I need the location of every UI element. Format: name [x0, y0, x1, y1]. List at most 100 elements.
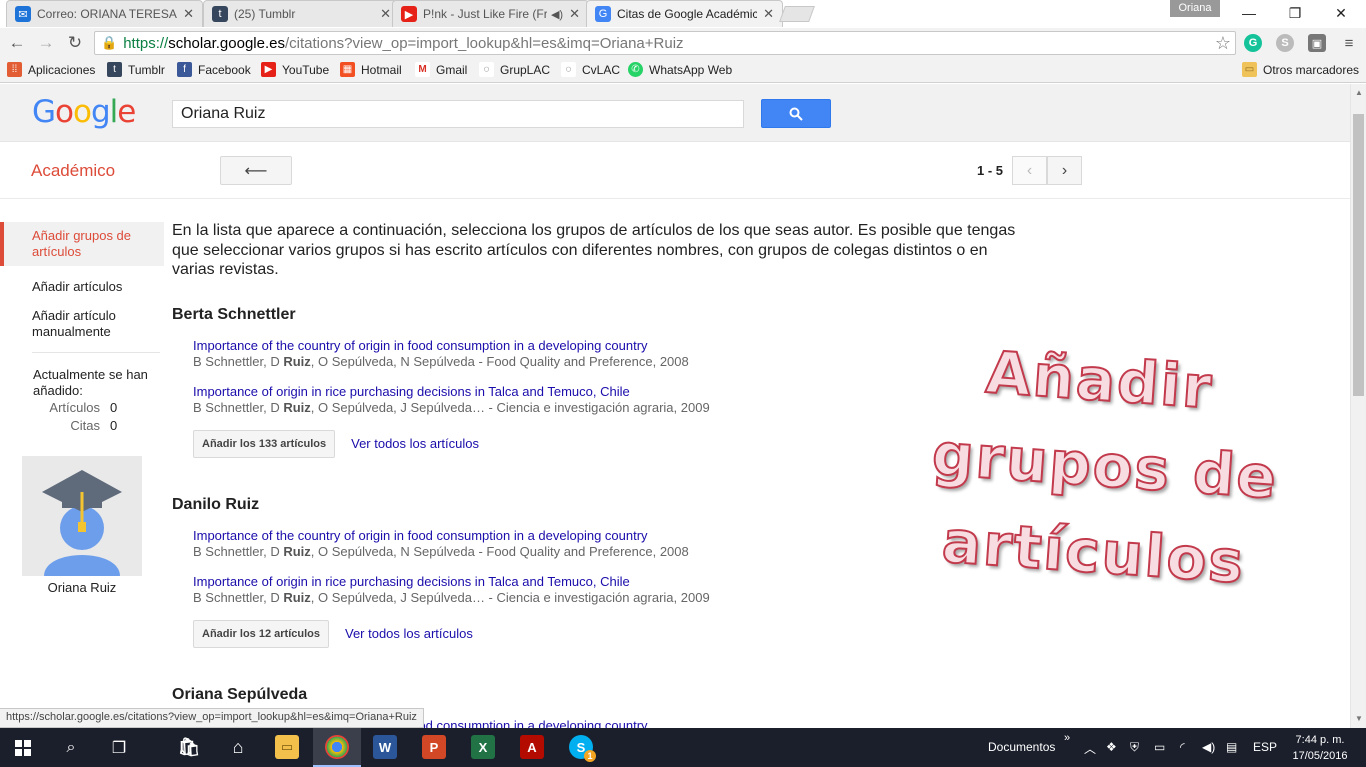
author-group: Danilo Ruiz Importance of the country of… — [172, 496, 1032, 648]
chevron-up-icon[interactable]: ︿ — [1084, 740, 1096, 757]
skype-ext-icon[interactable]: S — [1276, 34, 1294, 52]
file-explorer-icon[interactable]: ▭ — [275, 735, 299, 759]
store-icon[interactable]: 🛍 — [177, 735, 201, 759]
word-icon[interactable]: W — [373, 735, 397, 759]
bookmark-cvlac[interactable]: ◌ CvLAC — [561, 62, 620, 77]
lock-icon: 🔒 — [101, 35, 118, 50]
scroll-up-icon[interactable]: ▲ — [1351, 84, 1366, 100]
restore-icon[interactable]: ❐ — [1272, 0, 1318, 26]
scholar-icon: G — [595, 6, 611, 22]
volume-icon[interactable]: ◀) — [1202, 740, 1215, 754]
back-button[interactable]: ⟵ — [220, 156, 292, 185]
cvlac-icon: ◌ — [561, 62, 576, 77]
clock-time: 7:44 p. m. — [1295, 734, 1345, 746]
security-icon[interactable]: ⛨ — [1130, 740, 1139, 755]
profile-button[interactable]: Oriana — [1170, 0, 1220, 17]
reload-icon[interactable]: ↻ — [64, 32, 86, 54]
sidebar-item-add-manually[interactable]: Añadir artículo manualmente — [0, 308, 164, 340]
wifi-icon[interactable]: ◜ — [1180, 740, 1185, 754]
bookmark-tumblr[interactable]: t Tumblr — [107, 62, 165, 77]
excel-icon[interactable]: X — [471, 735, 495, 759]
article-item: Importance of origin in rice purchasing … — [193, 574, 1032, 606]
bookmark-label: Facebook — [198, 62, 251, 77]
windows-taskbar: ⌕ ❐ 🛍 ⌂ ▭ W P X A S 1 Documentos » ︿ ❖ ⛨… — [0, 728, 1366, 767]
dropbox-icon[interactable]: ❖ — [1106, 740, 1117, 754]
article-title-link[interactable]: Importance of the country of origin in f… — [193, 528, 1032, 544]
pager-range: 1 - 5 — [977, 163, 1004, 178]
authors: B Schnettler, D — [193, 543, 284, 559]
bookmark-label: WhatsApp Web — [649, 62, 733, 77]
close-icon[interactable]: ✕ — [380, 6, 391, 22]
article-meta: B Schnettler, D Ruiz, O Sepúlveda, N Sep… — [193, 354, 1032, 370]
see-all-articles-link[interactable]: Ver todos los artículos — [345, 626, 473, 641]
close-icon[interactable]: ✕ — [763, 6, 774, 22]
next-page-button[interactable]: › — [1047, 156, 1082, 185]
article-title-link[interactable]: Importance of origin in rice purchasing … — [193, 384, 1032, 400]
powerpoint-icon[interactable]: P — [422, 735, 446, 759]
address-bar[interactable]: 🔒 https://scholar.google.es/citations?vi… — [94, 31, 1236, 55]
bookmark-whatsapp[interactable]: ✆ WhatsApp Web — [628, 62, 732, 77]
taskbar-clock[interactable]: 7:44 p. m. 17/05/2016 — [1285, 732, 1355, 764]
tab-scholar[interactable]: G Citas de Google Académic ✕ — [586, 0, 783, 27]
authors: B Schnettler, D — [193, 399, 284, 415]
search-icon[interactable]: ⌕ — [56, 733, 86, 763]
group-name[interactable]: Berta Schnettler — [172, 306, 1032, 324]
home-icon[interactable]: ⌂ — [226, 735, 250, 759]
search-icon — [789, 107, 803, 121]
bookmark-facebook[interactable]: f Facebook — [177, 62, 251, 77]
sidebar-item-add-groups[interactable]: Añadir grupos de artículos — [0, 222, 164, 266]
other-bookmarks[interactable]: ▭ Otros marcadores — [1242, 62, 1359, 77]
bookmark-youtube[interactable]: ▶ YouTube — [261, 62, 329, 77]
tab-title: Correo: ORIANA TERESA R — [37, 7, 178, 21]
scroll-thumb[interactable] — [1353, 114, 1364, 396]
back-arrow-icon[interactable]: ← — [6, 32, 28, 54]
close-icon[interactable]: ✕ — [569, 6, 580, 22]
group-name[interactable]: Oriana Sepúlveda — [172, 686, 1032, 704]
double-chevron-icon[interactable]: » — [1064, 732, 1070, 744]
window-close-icon[interactable]: ✕ — [1318, 0, 1364, 26]
bookmark-gmail[interactable]: M Gmail — [415, 62, 467, 77]
bookmark-hotmail[interactable]: ▦ Hotmail — [340, 62, 402, 77]
page-scrollbar[interactable]: ▲ ▼ — [1350, 84, 1366, 728]
group-name[interactable]: Danilo Ruiz — [172, 496, 1032, 514]
action-center-icon[interactable]: ▤ — [1226, 740, 1237, 754]
avatar[interactable] — [22, 456, 142, 576]
extension-icon[interactable]: ▣ — [1308, 34, 1326, 52]
new-tab-button[interactable] — [779, 6, 815, 22]
scroll-down-icon[interactable]: ▼ — [1351, 710, 1366, 726]
authors-highlight: Ruiz — [283, 589, 311, 605]
forward-arrow-icon[interactable]: → — [35, 32, 57, 54]
tab-mail[interactable]: ✉ Correo: ORIANA TERESA R ✕ — [6, 0, 203, 27]
authors: B Schnettler, D — [193, 589, 284, 605]
tumblr-icon: t — [212, 6, 228, 22]
article-title-link[interactable]: Importance of the country of origin in f… — [193, 338, 1032, 354]
acrobat-icon[interactable]: A — [520, 735, 544, 759]
task-view-icon[interactable]: ❐ — [104, 733, 134, 763]
tab-tumblr[interactable]: t (25) Tumblr ✕ — [203, 0, 400, 27]
menu-icon[interactable]: ≡ — [1338, 32, 1360, 54]
documents-toolbar[interactable]: Documentos — [988, 740, 1055, 754]
add-all-articles-button[interactable]: Añadir los 12 artículos — [193, 619, 329, 648]
battery-icon[interactable]: ▭ — [1154, 740, 1165, 754]
add-all-articles-button[interactable]: Añadir los 133 artículos — [193, 429, 336, 458]
search-input[interactable]: Oriana Ruiz — [172, 100, 744, 128]
see-all-articles-link[interactable]: Ver todos los artículos — [351, 436, 479, 451]
chrome-icon[interactable] — [325, 735, 349, 759]
search-button[interactable] — [761, 99, 831, 128]
article-title-link[interactable]: Importance of origin in rice purchasing … — [193, 574, 1032, 590]
language-indicator[interactable]: ESP — [1253, 740, 1277, 754]
previous-page-button[interactable]: ‹ — [1012, 156, 1047, 185]
tab-youtube[interactable]: ▶ P!nk - Just Like Fire (Fro ◀) ✕ — [392, 0, 589, 27]
speaker-icon[interactable]: ◀) — [551, 8, 563, 21]
google-logo[interactable]: Google — [32, 94, 136, 130]
sidebar-item-add-articles[interactable]: Añadir artículos — [0, 279, 164, 295]
windows-start-icon[interactable] — [8, 733, 38, 763]
bookmark-apps[interactable]: ⁞⁞ Aplicaciones — [7, 62, 95, 77]
bookmark-gruplac[interactable]: ◌ GrupLAC — [479, 62, 550, 77]
bookmark-star-icon[interactable]: ☆ — [1215, 33, 1231, 54]
grammarly-icon[interactable]: G — [1244, 34, 1262, 52]
close-icon[interactable]: ✕ — [183, 6, 194, 22]
minimize-icon[interactable]: — — [1226, 0, 1272, 26]
section-title[interactable]: Académico — [31, 161, 115, 181]
chevron-left-icon: ‹ — [1026, 161, 1033, 179]
